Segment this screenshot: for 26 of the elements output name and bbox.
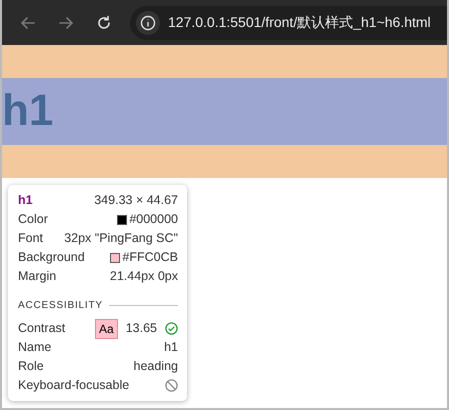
property-value: #000000 <box>129 211 178 228</box>
property-value: 32px "PingFang SC" <box>64 230 178 248</box>
forward-arrow-icon <box>58 14 74 30</box>
property-label: Font <box>18 230 44 248</box>
address-bar[interactable]: 127.0.0.1:5501/front/默认样式_h1~h6.html <box>130 6 447 40</box>
element-tag: h1 <box>18 191 33 210</box>
property-label: Color <box>18 211 48 228</box>
property-label: Contrast <box>18 320 66 338</box>
property-value: #FFC0CB <box>122 249 178 266</box>
property-label: Background <box>18 249 85 266</box>
back-arrow-icon <box>20 14 36 30</box>
property-value: 21.44px 0px <box>110 268 178 286</box>
property-label: Role <box>18 358 44 376</box>
property-value: 13.65 <box>126 320 157 338</box>
property-value: h1 <box>164 339 178 356</box>
info-icon <box>136 10 160 34</box>
element-size: 349.33 × 44.67 <box>94 192 178 210</box>
section-heading: ACCESSIBILITY <box>18 299 103 313</box>
property-label: Keyboard-focusable <box>18 377 130 394</box>
property-label: Name <box>18 339 52 356</box>
reload-arrow-icon <box>96 14 112 30</box>
page-heading: h1 <box>2 78 447 145</box>
url-text: 127.0.0.1:5501/front/默认样式_h1~h6.html <box>168 13 431 32</box>
property-label: Margin <box>18 268 56 286</box>
property-value: heading <box>134 358 178 376</box>
contrast-sample: Aa <box>95 318 118 338</box>
